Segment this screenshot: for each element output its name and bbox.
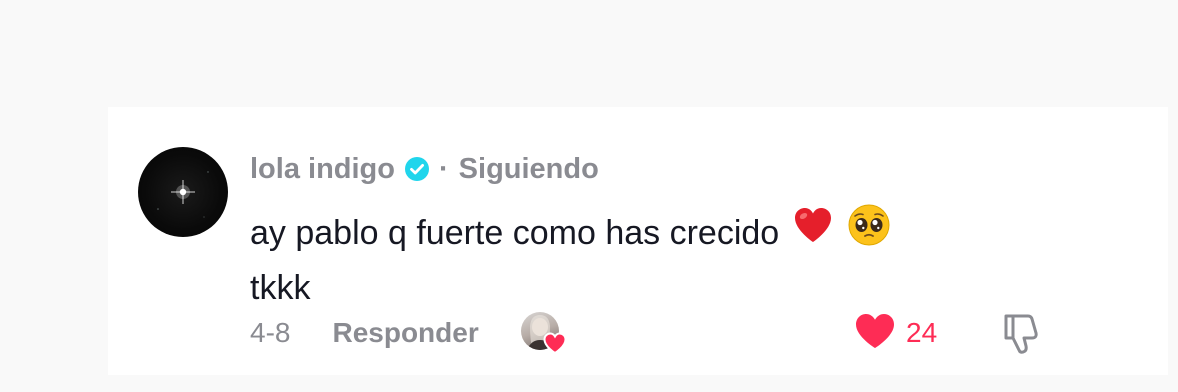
reply-button[interactable]: Responder bbox=[332, 317, 478, 349]
like-count: 24 bbox=[906, 317, 938, 348]
author-name[interactable]: lola indigo bbox=[250, 153, 395, 186]
comment-body: ay pablo q fuerte como has crecido tkkk bbox=[250, 203, 1030, 314]
heart-icon[interactable] bbox=[854, 312, 896, 355]
comment-text-line: tkkk bbox=[250, 269, 311, 307]
comment-line-2: tkkk bbox=[250, 262, 1030, 314]
star-icon bbox=[157, 171, 209, 218]
verified-badge-icon bbox=[405, 157, 429, 181]
follow-status[interactable]: Siguiendo bbox=[459, 153, 599, 186]
comment-date: 4-8 bbox=[250, 317, 291, 348]
comment-line-1: ay pablo q fuerte como has crecido bbox=[250, 203, 1030, 262]
comment-card: lola indigo · Siguiendo ay pablo q fuert… bbox=[108, 107, 1168, 375]
creator-liked-heart-icon bbox=[543, 332, 567, 355]
comment-header: lola indigo · Siguiendo bbox=[250, 151, 599, 187]
comment-footer: 4-8 Responder bbox=[250, 312, 569, 355]
like-button[interactable]: 24 bbox=[854, 313, 937, 353]
red-heart-emoji-icon bbox=[791, 203, 835, 262]
author-avatar[interactable] bbox=[138, 147, 228, 237]
pleading-face-emoji-icon bbox=[847, 203, 891, 262]
comment-text-line: ay pablo q fuerte como has crecido bbox=[250, 213, 780, 252]
creator-liked-badge bbox=[520, 312, 569, 355]
header-separator: · bbox=[439, 152, 449, 185]
thumbs-down-icon[interactable] bbox=[998, 311, 1046, 355]
